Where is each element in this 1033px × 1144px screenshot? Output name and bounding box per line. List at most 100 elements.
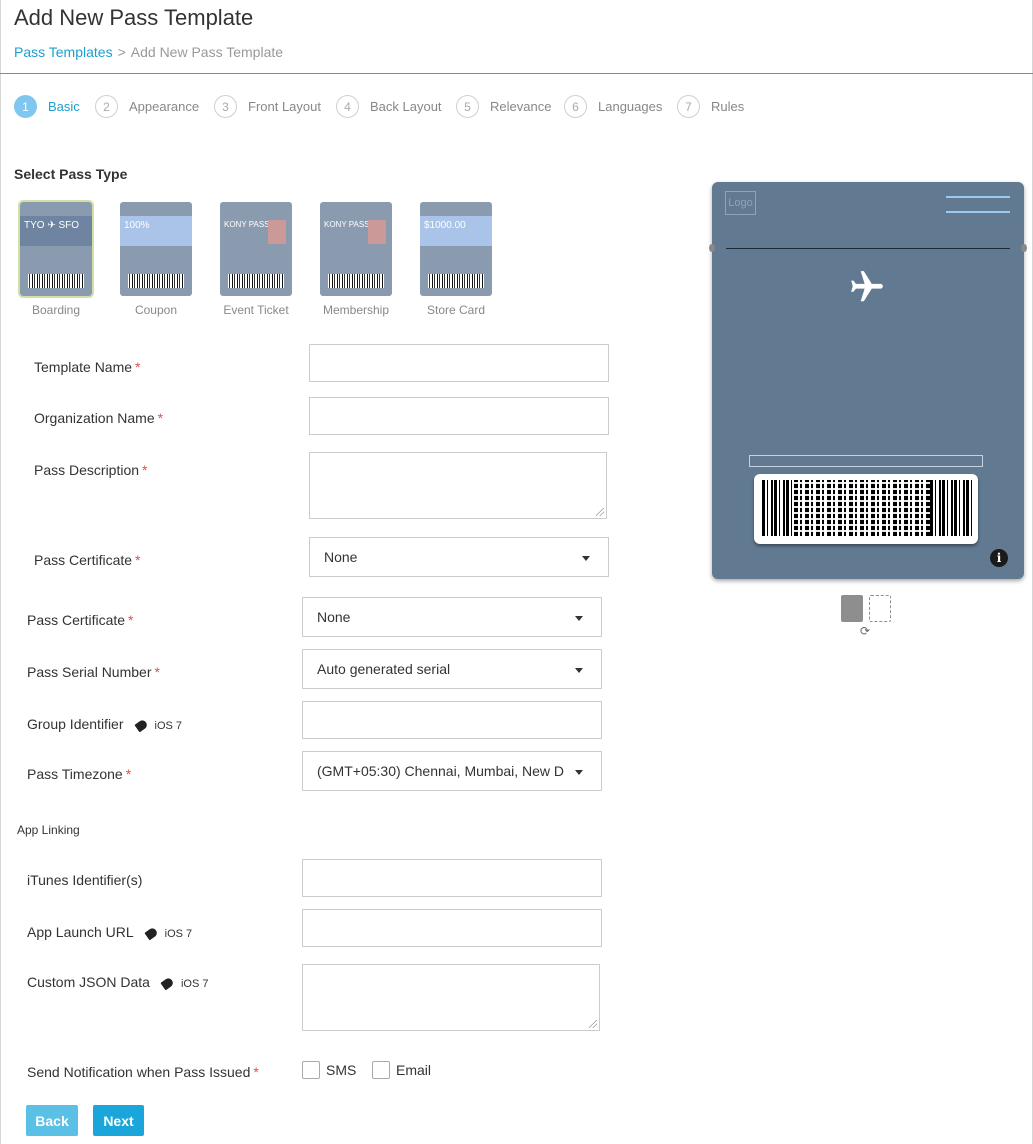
- resize-grip[interactable]: [589, 1020, 597, 1028]
- select-value: None: [317, 609, 351, 625]
- header-divider: [0, 73, 1033, 74]
- thumb-text: $1000.00: [424, 220, 466, 231]
- pass-type-boarding[interactable]: TYO ✈ SFO Boarding: [18, 200, 94, 317]
- caret-down-icon: [575, 616, 583, 621]
- step-label: Appearance: [129, 99, 200, 114]
- next-button[interactable]: Next: [93, 1105, 144, 1136]
- step-back-layout[interactable]: 4 Back Layout: [336, 95, 442, 118]
- header-field-line[interactable]: [946, 211, 1010, 213]
- pass-certificate-label: Pass Certificate *: [34, 552, 141, 568]
- pass-type-thumbnail: KONY PASS: [220, 202, 292, 296]
- breadcrumb-separator: >: [117, 44, 126, 60]
- notch: [1021, 244, 1027, 252]
- step-rules[interactable]: 7 Rules: [677, 95, 744, 118]
- checkbox-box[interactable]: [372, 1061, 390, 1079]
- secondary-field-box[interactable]: [749, 455, 983, 467]
- step-number: 3: [214, 95, 237, 118]
- step-basic[interactable]: 1 Basic: [14, 95, 80, 118]
- select-value: (GMT+05:30) Chennai, Mumbai, New D: [317, 763, 565, 779]
- required-mark: *: [128, 612, 134, 628]
- pass-description-label: Pass Description *: [34, 462, 148, 478]
- custom-json-data-textarea[interactable]: [302, 964, 600, 1031]
- thumb-text: 100%: [124, 220, 150, 231]
- required-mark: *: [253, 1064, 259, 1080]
- airplane-icon: [851, 271, 883, 302]
- caret-down-icon: [582, 556, 590, 561]
- thumb-text: KONY PASS: [224, 220, 270, 229]
- organization-name-label: Organization Name *: [34, 410, 163, 426]
- thumb-barcode: [428, 274, 484, 288]
- required-mark: *: [154, 664, 160, 680]
- template-name-input[interactable]: [309, 344, 609, 382]
- ios7-tag: iOS 7: [144, 926, 193, 940]
- send-notification-label: Send Notification when Pass Issued *: [27, 1064, 259, 1080]
- checkbox-box[interactable]: [302, 1061, 320, 1079]
- thumb-text: KONY PASS: [324, 220, 370, 229]
- step-relevance[interactable]: 5 Relevance: [456, 95, 551, 118]
- required-mark: *: [135, 359, 141, 375]
- organization-name-input[interactable]: [309, 397, 609, 435]
- required-mark: *: [157, 410, 164, 426]
- info-icon[interactable]: i: [990, 549, 1008, 567]
- caret-down-icon: [575, 668, 583, 673]
- tag-icon: [160, 976, 175, 990]
- label-text: App Launch URL: [27, 924, 134, 940]
- itunes-identifiers-label: iTunes Identifier(s): [27, 872, 142, 888]
- back-side-button[interactable]: [869, 595, 891, 622]
- header-field-line[interactable]: [946, 196, 1010, 198]
- ios7-tag: iOS 7: [133, 718, 182, 732]
- thumb-photo: [368, 220, 386, 244]
- step-label: Languages: [598, 99, 663, 114]
- breadcrumb-pass-templates-link[interactable]: Pass Templates: [14, 44, 113, 60]
- group-identifier-input[interactable]: [302, 701, 602, 739]
- label-text: Pass Certificate: [34, 552, 133, 568]
- pass-description-textarea[interactable]: [309, 452, 607, 519]
- app-launch-url-input[interactable]: [302, 909, 602, 947]
- ios7-tag: iOS 7: [160, 976, 208, 990]
- itunes-identifiers-input[interactable]: [302, 859, 602, 897]
- pass-type-event-ticket[interactable]: KONY PASS Event Ticket: [220, 202, 292, 317]
- step-number: 1: [14, 95, 37, 118]
- email-checkbox[interactable]: Email: [372, 1061, 431, 1079]
- breadcrumb: Pass Templates > Add New Pass Template: [14, 44, 283, 60]
- resize-grip[interactable]: [596, 508, 604, 516]
- tag-text: iOS 7: [164, 928, 193, 940]
- pass-certificate-label-2: Pass Certificate *: [27, 612, 134, 628]
- thumb-photo: [268, 220, 286, 244]
- pass-type-coupon[interactable]: 100% Coupon: [120, 202, 192, 317]
- pass-type-store-card[interactable]: $1000.00 Store Card: [420, 202, 492, 317]
- select-value: Auto generated serial: [317, 661, 451, 677]
- back-button[interactable]: Back: [26, 1105, 78, 1136]
- label-text: Custom JSON Data: [27, 974, 150, 990]
- required-mark: *: [125, 766, 132, 782]
- front-side-button[interactable]: [841, 595, 863, 622]
- step-appearance[interactable]: 2 Appearance: [95, 95, 199, 118]
- breadcrumb-current: Add New Pass Template: [130, 44, 284, 60]
- notch: [709, 244, 715, 252]
- barcode-data: [794, 480, 930, 536]
- thumb-barcode: [128, 274, 184, 288]
- pass-type-thumbnail: 100%: [120, 202, 192, 296]
- pass-type-membership[interactable]: KONY PASS Membership: [320, 202, 392, 317]
- pass-serial-number-select[interactable]: Auto generated serial: [302, 649, 602, 689]
- pass-logo-placeholder[interactable]: Logo: [725, 191, 756, 215]
- pass-type-label: Membership: [322, 303, 390, 317]
- rotate-icon[interactable]: ⟳: [860, 624, 870, 638]
- pass-certificate-select-2[interactable]: None: [302, 597, 602, 637]
- step-label: Back Layout: [370, 99, 442, 114]
- pass-type-thumbnail: TYO ✈ SFO: [18, 200, 94, 298]
- app-launch-url-label: App Launch URL iOS 7: [27, 924, 192, 940]
- pass-timezone-select[interactable]: (GMT+05:30) Chennai, Mumbai, New D: [302, 751, 602, 791]
- barcode[interactable]: [754, 474, 978, 544]
- step-label: Rules: [711, 99, 745, 114]
- step-front-layout[interactable]: 3 Front Layout: [214, 95, 321, 118]
- label-text: Send Notification when Pass Issued: [27, 1064, 251, 1080]
- sms-checkbox[interactable]: SMS: [302, 1061, 356, 1079]
- pass-certificate-select[interactable]: None: [309, 537, 609, 577]
- template-name-label: Template Name *: [34, 359, 141, 375]
- step-number: 4: [336, 95, 359, 118]
- step-number: 6: [564, 95, 587, 118]
- label-text: Pass Description: [34, 462, 140, 478]
- step-languages[interactable]: 6 Languages: [564, 95, 662, 118]
- label-text: Group Identifier: [27, 716, 124, 732]
